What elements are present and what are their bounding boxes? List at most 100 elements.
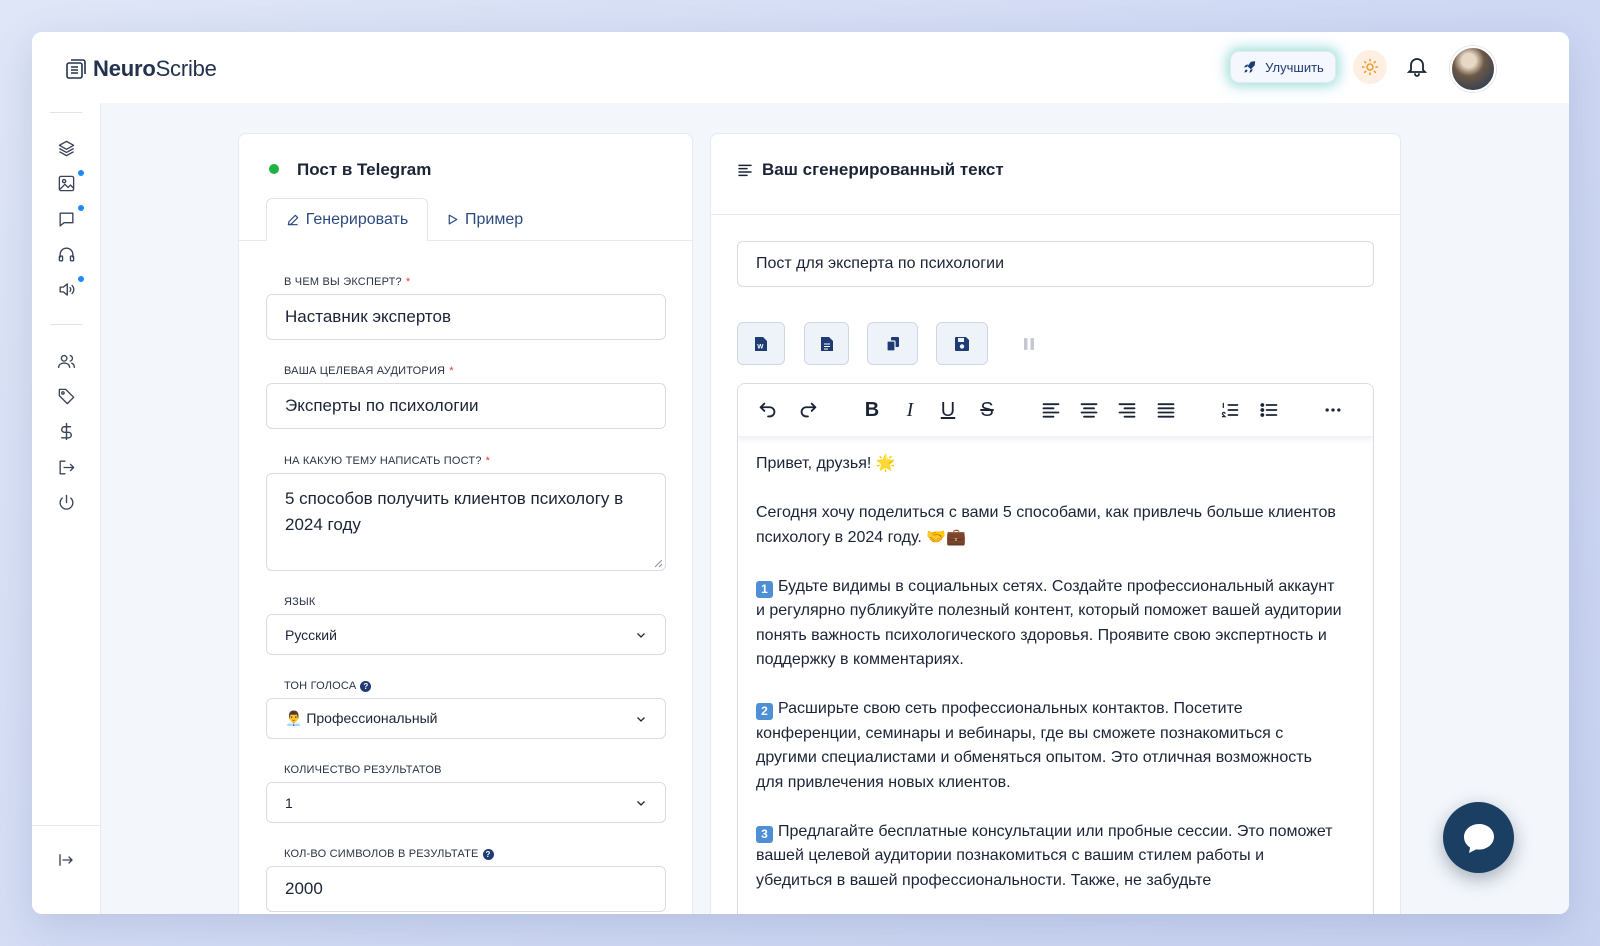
sidebar-item-tags[interactable] (55, 385, 77, 407)
sidebar-item-voice[interactable] (55, 278, 77, 300)
text-align-icon (738, 164, 752, 177)
dollar-icon (60, 422, 72, 440)
bell-icon (1406, 58, 1428, 77)
paragraph-greeting: Привет, друзья! 🌟 (756, 455, 896, 472)
theme-toggle[interactable] (1353, 50, 1387, 84)
document-icon (820, 336, 833, 351)
status-dot (269, 164, 279, 174)
tab-example[interactable]: Пример (446, 198, 523, 241)
copy-button[interactable] (867, 322, 918, 365)
sidebar-item-users[interactable] (55, 350, 77, 372)
more-options-button[interactable] (1321, 398, 1345, 422)
align-right-icon (1118, 403, 1136, 418)
upgrade-button[interactable]: Улучшить (1230, 51, 1336, 83)
undo-button[interactable] (756, 398, 780, 422)
underline-button[interactable]: U (936, 398, 960, 422)
rocket-icon (1244, 60, 1256, 73)
sidebar-item-layers[interactable] (55, 137, 77, 159)
number-badge: 1 (756, 580, 773, 598)
undo-icon (759, 402, 776, 418)
chat-icon (58, 211, 74, 227)
pause-icon (1023, 337, 1034, 350)
paragraph-2: 2 Расширьте свою сеть профессиональных ко… (756, 700, 1312, 791)
export-document-button[interactable] (804, 322, 849, 365)
speaker-icon (58, 282, 74, 296)
italic-button[interactable]: I (898, 398, 922, 422)
chars-count-label: Кол-во символов в результате? (284, 848, 494, 860)
rich-text-editor[interactable]: B I U S Привет, друзья! 🌟 Сегодня хочу п… (737, 383, 1374, 914)
logo-icon (66, 59, 86, 79)
chevron-down-icon (637, 716, 645, 722)
sidebar (32, 103, 101, 914)
sidebar-item-pricing[interactable] (55, 420, 77, 442)
logo-text: NeuroScribe (93, 56, 217, 81)
floppy-disk-icon (955, 336, 969, 351)
headphones-icon (58, 247, 74, 262)
expert-input[interactable]: Наставник экспертов (266, 294, 666, 340)
pause-button[interactable] (1007, 322, 1050, 365)
tone-select[interactable]: 👨‍💼 Профессиональный (266, 698, 666, 739)
redo-button[interactable] (796, 398, 820, 422)
align-center-button[interactable] (1077, 398, 1101, 422)
logo[interactable]: NeuroScribe (65, 56, 217, 82)
language-select[interactable]: Русский (266, 614, 666, 655)
play-icon (448, 214, 458, 225)
strikethrough-button[interactable]: S (975, 398, 999, 422)
upgrade-label: Улучшить (1265, 59, 1324, 75)
align-justify-button[interactable] (1154, 398, 1178, 422)
tab-generate[interactable]: Генерировать (266, 198, 428, 241)
result-title: Ваш сгенерированный текст (762, 160, 1004, 179)
chars-count-input[interactable]: 2000 (266, 866, 666, 912)
chat-badge-dot (78, 205, 84, 211)
align-left-button[interactable] (1039, 398, 1063, 422)
save-button[interactable] (936, 322, 988, 365)
result-card: Ваш сгенерированный текст Пост для экспе… (710, 133, 1401, 914)
bullet-list-button[interactable] (1257, 398, 1281, 422)
tone-label: Тон голоса? (284, 680, 372, 692)
generator-form-card: Пост в Telegram Генерировать Пример В че… (238, 133, 693, 914)
sidebar-item-audio[interactable] (55, 243, 77, 265)
bullet-list-icon (1260, 403, 1278, 417)
image-badge-dot (78, 170, 84, 176)
resize-handle-icon[interactable] (653, 558, 663, 568)
expert-label: В чем вы эксперт? * (284, 276, 411, 288)
tab-example-label: Пример (465, 210, 524, 228)
numbered-list-button[interactable] (1218, 398, 1242, 422)
form-title: Пост в Telegram (297, 160, 432, 179)
sidebar-item-chat[interactable] (55, 208, 77, 230)
sidebar-item-images[interactable] (55, 172, 77, 194)
results-count-select[interactable]: 1 (266, 782, 666, 823)
export-word-button[interactable]: W (737, 322, 785, 365)
power-icon (59, 494, 73, 510)
users-icon (57, 354, 75, 368)
bold-button[interactable]: B (860, 398, 884, 422)
align-right-button[interactable] (1115, 398, 1139, 422)
tab-generate-label: Генерировать (305, 210, 409, 228)
more-horizontal-icon (1325, 408, 1341, 412)
editor-content[interactable]: Привет, друзья! 🌟 Сегодня хочу поделитьс… (756, 452, 1343, 914)
underline-icon: U (940, 398, 956, 421)
notifications-button[interactable] (1405, 54, 1429, 83)
sidebar-item-power[interactable] (55, 491, 77, 513)
top-header: NeuroScribe Улучшить (32, 32, 1569, 104)
chat-bubble-icon (1463, 823, 1494, 853)
image-icon (58, 175, 74, 191)
help-icon[interactable]: ? (360, 680, 372, 692)
copy-icon (885, 336, 899, 352)
user-avatar[interactable] (1450, 46, 1496, 92)
language-label: Язык (284, 596, 316, 608)
audience-input[interactable]: Эксперты по психологии (266, 383, 666, 429)
word-file-icon: W (755, 336, 767, 351)
paragraph-3: 3 Предлагайте бесплатные консультации или… (756, 822, 1333, 889)
app-window: NeuroScribe Улучшить Пост в Telegram Ген… (32, 32, 1569, 914)
sidebar-divider (50, 324, 82, 325)
help-icon[interactable]: ? (482, 848, 494, 860)
sidebar-expand-button[interactable] (55, 849, 77, 871)
sidebar-item-logout[interactable] (55, 456, 77, 478)
support-chat-button[interactable] (1443, 802, 1514, 873)
topic-textarea[interactable]: 5 способов получить клиентов психологу в… (266, 473, 666, 571)
pencil-icon (287, 214, 299, 225)
document-title-input[interactable]: Пост для эксперта по психологии (737, 241, 1374, 287)
main-content: Пост в Telegram Генерировать Пример В че… (101, 103, 1569, 914)
redo-icon (800, 402, 817, 418)
